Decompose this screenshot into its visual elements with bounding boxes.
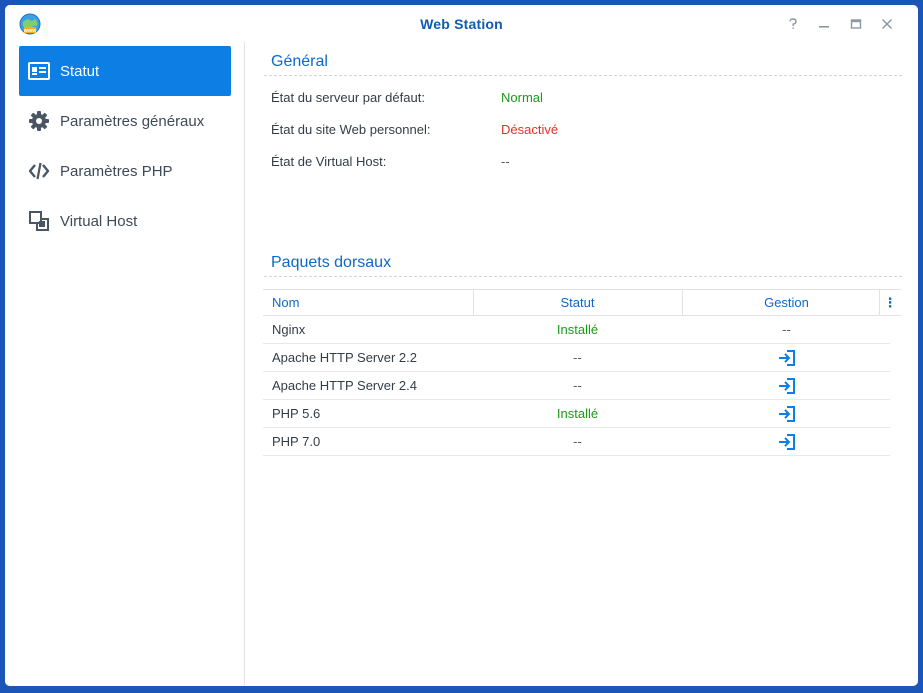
help-icon xyxy=(789,18,797,29)
status-card-icon xyxy=(28,60,50,82)
table-row[interactable]: PHP 7.0 -- xyxy=(263,428,890,456)
close-icon xyxy=(881,18,893,30)
virtual-host-icon xyxy=(28,210,50,232)
sidebar-item-statut[interactable]: Statut xyxy=(19,46,231,96)
table-row[interactable]: Nginx Installé -- xyxy=(263,316,890,344)
package-name: PHP 7.0 xyxy=(272,434,321,449)
web-station-window: WWW Web Station Statut Paramètres généra… xyxy=(5,5,918,686)
sidebar-item-parametres-php[interactable]: Paramètres PHP xyxy=(19,146,231,196)
column-header-name[interactable]: Nom xyxy=(272,290,299,315)
table-row[interactable]: Apache HTTP Server 2.2 -- xyxy=(263,344,890,372)
package-manage xyxy=(682,372,891,399)
open-management-icon[interactable] xyxy=(778,433,796,450)
title-bar[interactable]: WWW Web Station xyxy=(5,5,918,42)
package-status: -- xyxy=(573,350,582,365)
package-status: -- xyxy=(573,434,582,449)
help-button[interactable] xyxy=(784,15,802,33)
section-divider xyxy=(264,75,902,76)
sidebar-item-label: Paramètres généraux xyxy=(60,112,205,130)
package-status: Installé xyxy=(556,322,599,337)
main-panel: Général État du serveur par défaut: Norm… xyxy=(246,42,918,686)
personal-website-status-label: État du site Web personnel: xyxy=(271,122,431,137)
package-manage xyxy=(682,344,891,371)
package-name: Nginx xyxy=(272,322,306,337)
virtual-host-status-label: État de Virtual Host: xyxy=(271,154,387,169)
sidebar-item-label: Virtual Host xyxy=(60,212,138,230)
package-name: Apache HTTP Server 2.4 xyxy=(272,378,417,393)
sidebar: Statut Paramètres généraux Paramètres PH… xyxy=(5,42,245,686)
sidebar-item-virtual-host[interactable]: Virtual Host xyxy=(19,196,231,246)
gear-icon xyxy=(28,110,50,132)
maximize-button[interactable] xyxy=(847,15,865,33)
virtual-host-status-value: -- xyxy=(501,154,510,169)
close-button[interactable] xyxy=(878,15,896,33)
sidebar-item-parametres-generaux[interactable]: Paramètres généraux xyxy=(19,96,231,146)
column-header-manage[interactable]: Gestion xyxy=(682,290,891,315)
packages-table: Nom Statut Gestion ⋮ Nginx Installé -- A… xyxy=(263,289,901,456)
package-manage xyxy=(682,400,891,427)
default-server-status-value: Normal xyxy=(501,90,543,105)
open-management-icon[interactable] xyxy=(778,349,796,366)
table-header: Nom Statut Gestion ⋮ xyxy=(263,289,901,316)
package-status: -- xyxy=(573,378,582,393)
minimize-button[interactable] xyxy=(815,15,833,33)
open-management-icon[interactable] xyxy=(778,405,796,422)
package-name: PHP 5.6 xyxy=(272,406,321,421)
package-status: Installé xyxy=(556,406,599,421)
sidebar-item-label: Paramètres PHP xyxy=(60,162,173,180)
minimize-icon xyxy=(819,26,829,28)
package-manage xyxy=(682,428,891,455)
open-management-icon[interactable] xyxy=(778,377,796,394)
personal-website-status-value: Désactivé xyxy=(501,122,559,137)
code-icon xyxy=(28,160,50,182)
general-section-title: Général xyxy=(271,53,328,70)
packages-section-title: Paquets dorsaux xyxy=(271,254,392,271)
table-row[interactable]: PHP 5.6 Installé xyxy=(263,400,890,428)
table-row[interactable]: Apache HTTP Server 2.4 -- xyxy=(263,372,890,400)
column-options-menu[interactable]: ⋮ xyxy=(879,290,901,315)
section-divider xyxy=(264,276,902,277)
window-title: Web Station xyxy=(420,16,503,32)
package-name: Apache HTTP Server 2.2 xyxy=(272,350,417,365)
default-server-status-label: État du serveur par défaut: xyxy=(271,90,425,105)
package-manage: -- xyxy=(782,322,791,337)
sidebar-item-label: Statut xyxy=(60,62,100,80)
maximize-icon xyxy=(850,19,862,29)
column-header-status[interactable]: Statut xyxy=(473,290,682,315)
